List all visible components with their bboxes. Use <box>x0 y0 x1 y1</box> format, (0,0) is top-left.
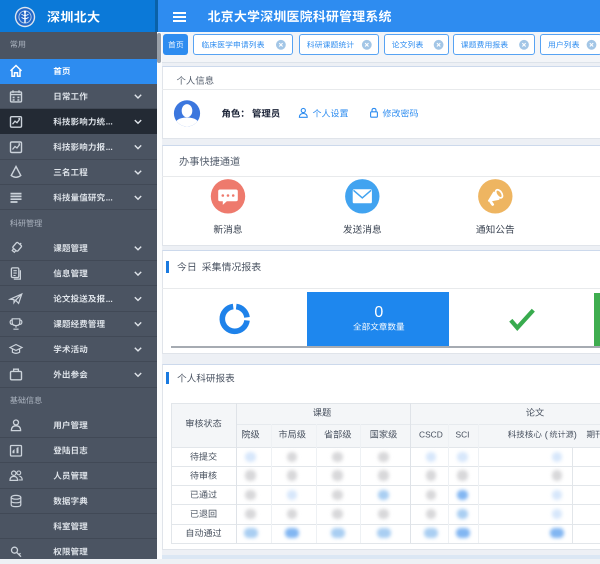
svg-text:...: ... <box>106 117 113 127</box>
svg-text:(: ( <box>545 430 548 440</box>
svg-text:...: ... <box>106 142 113 152</box>
svg-text:0: 0 <box>374 304 383 321</box>
svg-text:...: ... <box>106 294 113 304</box>
svg-text:): ) <box>574 430 577 440</box>
svg-text:SCI: SCI <box>456 430 470 440</box>
svg-text:...: ... <box>106 193 113 203</box>
svg-text:CSCD: CSCD <box>419 430 443 440</box>
